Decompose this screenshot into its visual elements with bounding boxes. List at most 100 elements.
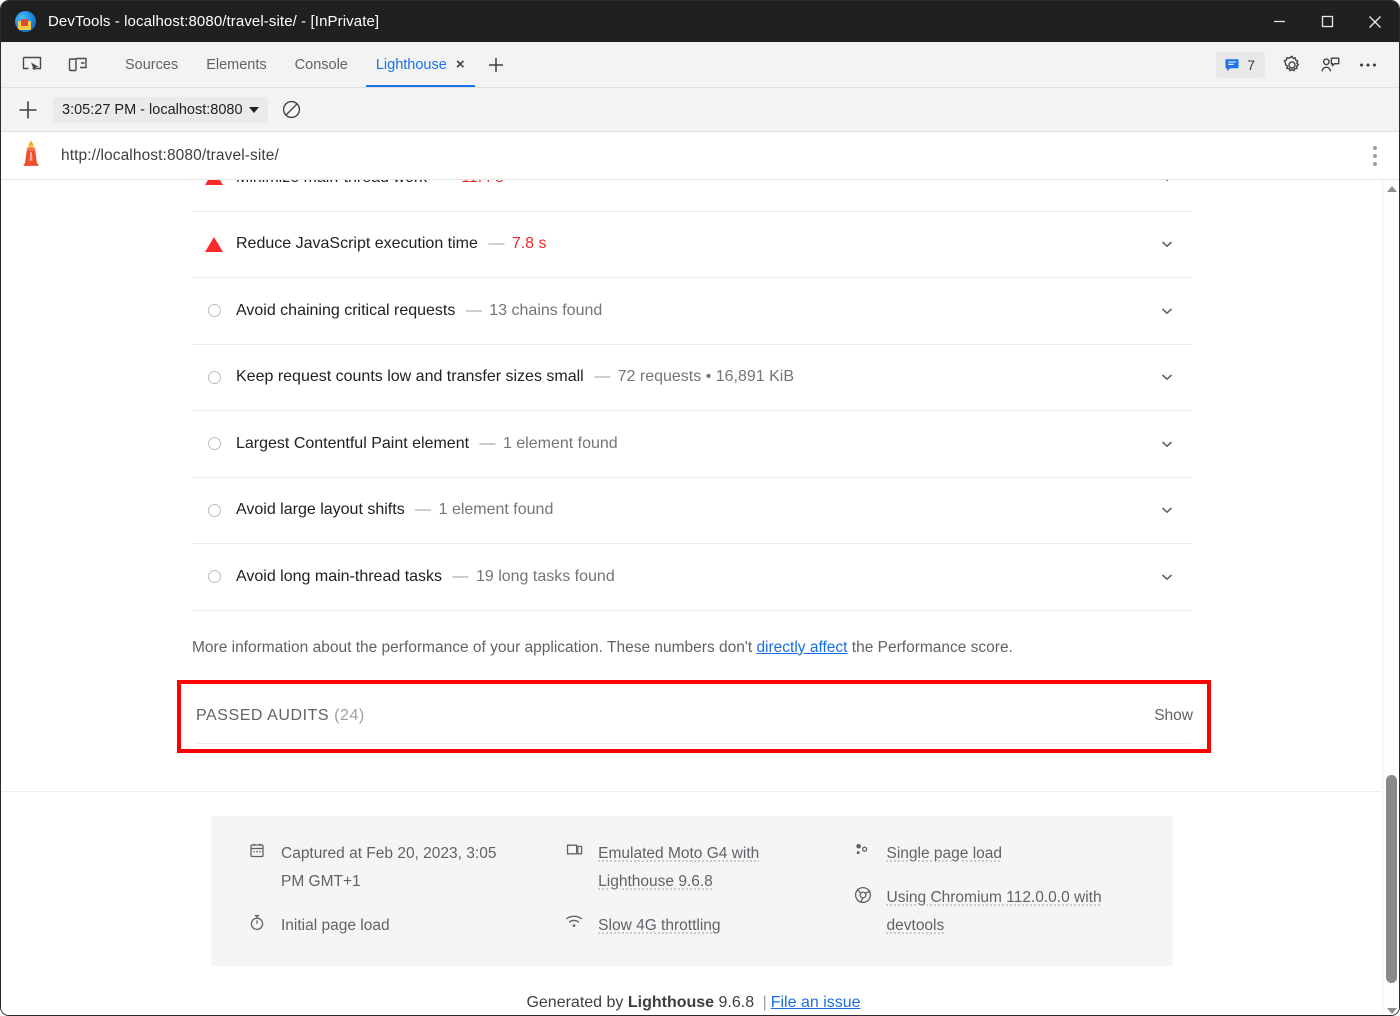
- tab-lighthouse[interactable]: Lighthouse ×: [362, 42, 479, 87]
- audit-value: 1 element found: [438, 501, 554, 519]
- report-metadata-card: Captured at Feb 20, 2023, 3:05 PM GMT+1 …: [211, 815, 1173, 966]
- gear-icon[interactable]: [1275, 48, 1309, 82]
- audit-title-text: Minimize main-thread work: [236, 180, 427, 186]
- audit-title: Keep request counts low and transfer siz…: [236, 368, 794, 386]
- audit-row[interactable]: Avoid large layout shifts — 1 element fo…: [192, 478, 1192, 544]
- tab-sources[interactable]: Sources: [111, 42, 192, 87]
- metadata-item: Using Chromium 112.0.0.0 with devtools: [853, 884, 1138, 940]
- metadata-text: Slow 4G throttling: [598, 916, 721, 934]
- audit-row[interactable]: Avoid long main-thread tasks — 19 long t…: [192, 544, 1192, 611]
- audit-title: Avoid long main-thread tasks — 19 long t…: [236, 568, 615, 586]
- feedback-person-icon[interactable]: [1313, 48, 1347, 82]
- edge-devtools-icon: [15, 11, 36, 32]
- audit-dash: —: [488, 235, 505, 253]
- metadata-text: Single page load: [886, 844, 1003, 862]
- passed-audits-underline: [197, 742, 1191, 744]
- audit-value: 7.8 s: [511, 235, 547, 253]
- minimize-icon[interactable]: [1255, 1, 1303, 42]
- metadata-column-1: Captured at Feb 20, 2023, 3:05 PM GMT+1 …: [247, 840, 564, 940]
- more-vertical-icon[interactable]: [1367, 140, 1383, 172]
- tab-elements[interactable]: Elements: [192, 42, 280, 87]
- vertical-scrollbar[interactable]: [1382, 180, 1399, 1015]
- chevron-down-icon[interactable]: [1152, 303, 1182, 319]
- note-text-after: the Performance score.: [847, 638, 1013, 656]
- audit-title-text: Avoid large layout shifts: [236, 501, 405, 519]
- chevron-down-icon[interactable]: [1152, 569, 1182, 585]
- audit-row[interactable]: Avoid chaining critical requests — 13 ch…: [192, 278, 1192, 345]
- new-report-button[interactable]: [13, 99, 43, 121]
- single-page-load-icon: [853, 840, 873, 858]
- issues-count: 7: [1247, 56, 1255, 73]
- devtools-tool-icons: [1, 42, 97, 87]
- chevron-down-icon[interactable]: [1152, 502, 1182, 518]
- audit-title: Avoid large layout shifts — 1 element fo…: [236, 501, 553, 519]
- audit-title-text: Reduce JavaScript execution time: [236, 235, 478, 253]
- window-title: DevTools - localhost:8080/travel-site/ -…: [48, 13, 380, 30]
- audit-title: Reduce JavaScript execution time — 7.8 s: [236, 235, 547, 253]
- scroll-down-arrow-icon[interactable]: [1383, 1002, 1399, 1015]
- metadata-column-3: Single page load Using Chromium 112.0.0.…: [853, 840, 1138, 940]
- chevron-down-icon[interactable]: [1152, 180, 1182, 186]
- audit-row[interactable]: Largest Contentful Paint element — 1 ele…: [192, 411, 1192, 478]
- tab-label: Lighthouse: [375, 56, 447, 73]
- passed-audits-show-button[interactable]: Show: [1154, 707, 1193, 725]
- audit-title: Minimize main-thread work — 11.4 s: [236, 180, 503, 187]
- scrollbar-thumb[interactable]: [1386, 775, 1397, 983]
- audit-title-text: Avoid long main-thread tasks: [236, 567, 443, 585]
- tab-label: Console: [294, 56, 348, 73]
- directly-affect-link[interactable]: directly affect: [756, 639, 847, 656]
- lighthouse-icon: [19, 139, 43, 172]
- report-scroll-area[interactable]: Minimize main-thread work — 11.4 s Reduc…: [1, 180, 1399, 1015]
- device-toolbar-icon[interactable]: [59, 54, 97, 76]
- add-panel-icon[interactable]: [479, 42, 513, 87]
- passed-audits-highlight: PASSED AUDITS (24) Show: [177, 679, 1211, 753]
- report-header: http://localhost:8080/travel-site/: [1, 132, 1399, 180]
- metadata-item: Captured at Feb 20, 2023, 3:05 PM GMT+1: [247, 840, 564, 896]
- audit-title: Largest Contentful Paint element — 1 ele…: [236, 435, 618, 453]
- audit-dash: —: [438, 180, 454, 186]
- file-an-issue-link[interactable]: File an issue: [771, 994, 861, 1011]
- devtools-window: DevTools - localhost:8080/travel-site/ -…: [0, 0, 1400, 1016]
- inspect-element-icon[interactable]: [13, 54, 51, 76]
- close-icon[interactable]: [1351, 1, 1399, 42]
- metadata-column-2: Emulated Moto G4 with Lighthouse 9.6.8 S…: [564, 840, 852, 940]
- lighthouse-version: 9.6.8: [714, 993, 759, 1011]
- audit-row[interactable]: Reduce JavaScript execution time — 7.8 s: [192, 212, 1192, 278]
- info-circle-icon: [192, 437, 236, 451]
- metadata-item: Slow 4G throttling: [564, 912, 852, 940]
- info-circle-icon: [192, 370, 236, 384]
- title-bar: DevTools - localhost:8080/travel-site/ -…: [1, 1, 1399, 42]
- audit-title: Avoid chaining critical requests — 13 ch…: [236, 302, 602, 320]
- audit-value: 13 chains found: [489, 301, 603, 319]
- tab-close-icon[interactable]: ×: [456, 57, 465, 72]
- window-controls: [1255, 1, 1399, 42]
- audit-title-text: Largest Contentful Paint element: [236, 434, 470, 452]
- issues-button[interactable]: 7: [1216, 51, 1265, 78]
- audit-dash: —: [465, 301, 482, 319]
- audit-dash: —: [415, 501, 432, 519]
- audit-row[interactable]: Keep request counts low and transfer siz…: [192, 345, 1192, 411]
- metadata-item: Single page load: [853, 840, 1138, 868]
- metadata-text: Emulated Moto G4 with Lighthouse 9.6.8: [598, 844, 760, 890]
- info-circle-icon: [192, 503, 236, 517]
- more-horizontal-icon[interactable]: [1351, 48, 1385, 82]
- chevron-down-icon[interactable]: [1152, 236, 1182, 252]
- tab-console[interactable]: Console: [281, 42, 362, 87]
- audit-title-text: Avoid chaining critical requests: [236, 301, 456, 319]
- chevron-down-icon: [248, 106, 259, 113]
- clear-all-icon[interactable]: [278, 99, 306, 120]
- issues-message-icon: [1225, 58, 1239, 71]
- chevron-down-icon[interactable]: [1152, 369, 1182, 385]
- passed-audits-toggle[interactable]: PASSED AUDITS (24) Show: [196, 684, 1193, 749]
- audit-row[interactable]: Minimize main-thread work — 11.4 s: [192, 180, 1192, 212]
- audit-value: 72 requests • 16,891 KiB: [617, 368, 795, 386]
- maximize-icon[interactable]: [1303, 1, 1351, 42]
- scroll-up-arrow-icon[interactable]: [1383, 180, 1399, 197]
- chrome-icon: [853, 884, 873, 904]
- generated-prefix: Generated by: [526, 993, 628, 1011]
- tab-label: Elements: [206, 56, 267, 73]
- report-select[interactable]: 3:05:27 PM - localhost:8080: [53, 96, 268, 123]
- lighthouse-brand: Lighthouse: [627, 993, 715, 1011]
- warning-triangle-icon: [192, 180, 236, 186]
- chevron-down-icon[interactable]: [1152, 436, 1182, 452]
